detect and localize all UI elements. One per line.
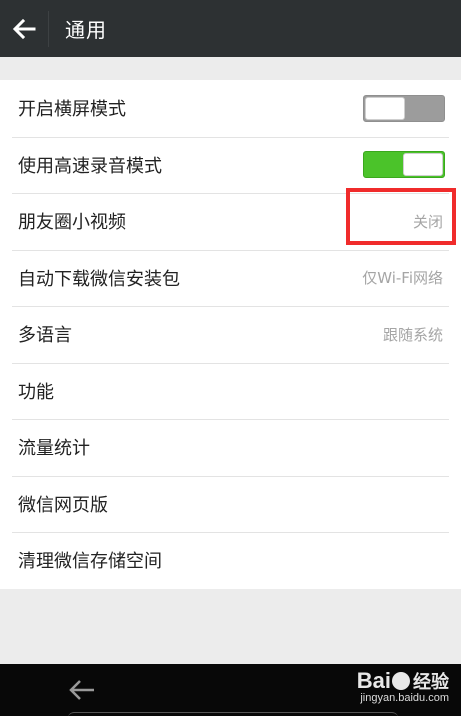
top-bar: 通用 xyxy=(0,0,461,57)
setting-data-usage[interactable]: 流量统计 xyxy=(0,419,461,476)
setting-label: 朋友圈小视频 xyxy=(18,212,126,234)
toggle-knob xyxy=(365,96,405,120)
back-arrow-icon xyxy=(12,18,36,39)
setting-auto-download[interactable]: 自动下载微信安装包 仅Wi-Fi网络 xyxy=(0,249,461,307)
highlight-box xyxy=(346,188,456,245)
watermark-logo: Bai 经验 xyxy=(357,668,449,694)
setting-label: 使用高速录音模式 xyxy=(18,155,162,177)
setting-label: 微信网页版 xyxy=(18,494,108,516)
page-title: 通用 xyxy=(65,18,107,42)
setting-language[interactable]: 多语言 跟随系统 xyxy=(0,306,461,363)
baidu-jingyan-watermark: Bai 经验 jingyan.baidu.com xyxy=(357,668,449,704)
watermark-brand-left: Bai xyxy=(356,668,391,693)
back-button[interactable] xyxy=(0,0,48,57)
setting-value: 仅Wi-Fi网络 xyxy=(362,269,443,288)
setting-label: 流量统计 xyxy=(18,438,90,460)
nav-back-arrow-icon xyxy=(69,680,94,700)
setting-web-version[interactable]: 微信网页版 xyxy=(0,475,461,533)
setting-clear-storage[interactable]: 清理微信存储空间 xyxy=(0,532,461,589)
setting-features[interactable]: 功能 xyxy=(0,362,461,420)
setting-value: 跟随系统 xyxy=(382,325,443,344)
header-divider xyxy=(48,10,49,47)
setting-label: 自动下载微信安装包 xyxy=(18,268,180,290)
settings-list: 开启横屏模式 使用高速录音模式 朋友圈小视频 关闭 自动下载微信安装包 仅Wi-… xyxy=(0,80,461,589)
setting-label: 功能 xyxy=(18,381,54,403)
setting-label: 多语言 xyxy=(18,325,72,347)
setting-label: 清理微信存储空间 xyxy=(18,551,162,573)
setting-fast-recording[interactable]: 使用高速录音模式 xyxy=(0,136,461,194)
watermark-url: jingyan.baidu.com xyxy=(360,692,449,704)
landscape-mode-toggle[interactable] xyxy=(363,94,445,122)
paw-icon xyxy=(392,672,410,690)
nav-back-button[interactable] xyxy=(64,676,100,704)
fast-recording-toggle[interactable] xyxy=(363,151,445,179)
setting-label: 开启横屏模式 xyxy=(18,99,126,121)
watermark-brand-right: 经验 xyxy=(413,672,449,693)
nav-pill xyxy=(68,712,398,716)
setting-landscape-mode[interactable]: 开启横屏模式 xyxy=(0,80,461,137)
toggle-knob xyxy=(403,153,443,177)
